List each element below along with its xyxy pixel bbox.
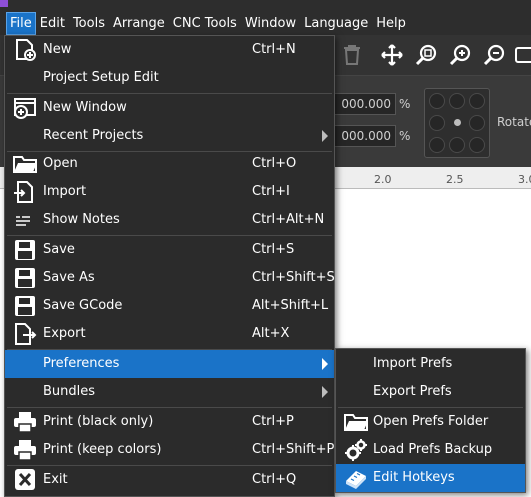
- frame-icon[interactable]: [514, 43, 531, 67]
- menu-item-shortcut: Ctrl+I: [252, 184, 290, 199]
- anchor-selector[interactable]: [424, 88, 490, 158]
- submenu-item-import-prefs[interactable]: Import Prefs: [336, 350, 525, 378]
- menu-item-label: Preferences: [43, 356, 120, 371]
- menu-item-label: Save As: [43, 270, 95, 285]
- menu-item-label: Import: [43, 184, 87, 199]
- menu-item-label: Bundles: [43, 384, 96, 399]
- menu-help[interactable]: Help: [372, 12, 410, 35]
- menu-item-label: Export Prefs: [373, 384, 452, 399]
- ruler-tick: 2.5: [446, 173, 464, 186]
- percent-label: %: [399, 129, 411, 143]
- new-file-icon: [16, 39, 36, 61]
- submenu-item-open-prefs-folder[interactable]: Open Prefs Folder: [336, 408, 525, 436]
- menu-item-label: Exit: [43, 472, 68, 487]
- menu-item-open[interactable]: Open Ctrl+O: [5, 150, 334, 178]
- menu-item-shortcut: Ctrl+P: [252, 414, 294, 429]
- menu-item-print-colors[interactable]: Print (keep colors) Ctrl+Shift+P: [5, 436, 334, 464]
- menu-tools[interactable]: Tools: [69, 12, 109, 35]
- submenu-item-load-prefs-backup[interactable]: Load Prefs Backup: [336, 436, 525, 464]
- menu-item-label: New Window: [43, 100, 127, 115]
- submenu-arrow-icon: [322, 130, 328, 142]
- menu-item-label: Print (keep colors): [43, 442, 162, 457]
- menu-item-label: Show Notes: [43, 212, 120, 227]
- menu-item-export[interactable]: Export Alt+X: [5, 320, 334, 348]
- menu-item-label: Project Setup Edit: [43, 70, 159, 85]
- menu-item-new-window[interactable]: New Window: [5, 94, 334, 122]
- notes-icon: [16, 216, 30, 226]
- menu-item-label: Save GCode: [43, 298, 123, 313]
- menu-item-new[interactable]: New Ctrl+N: [5, 36, 334, 64]
- menu-item-shortcut: Ctrl+S: [252, 242, 295, 257]
- import-icon: [14, 181, 33, 203]
- printer-icon: [14, 440, 36, 461]
- menu-item-save-as[interactable]: Save As Ctrl+Shift+S: [5, 264, 335, 292]
- menu-file[interactable]: File: [6, 12, 36, 35]
- menu-item-shortcut: Ctrl+Shift+P: [252, 442, 335, 457]
- menu-item-label: Load Prefs Backup: [373, 442, 493, 457]
- menu-item-label: Recent Projects: [43, 128, 144, 143]
- menu-item-project-setup-edit[interactable]: Project Setup Edit: [5, 64, 334, 92]
- menu-item-shortcut: Ctrl+Alt+N: [252, 212, 325, 227]
- trash-icon[interactable]: [340, 43, 364, 67]
- menu-item-save-gcode[interactable]: Save GCode Alt+Shift+L: [5, 292, 334, 320]
- menu-item-label: New: [43, 42, 72, 57]
- scale-y-field[interactable]: 000.000: [330, 125, 396, 147]
- menu-item-shortcut: Ctrl+O: [252, 156, 297, 171]
- submenu-arrow-icon: [322, 386, 328, 398]
- floppy-icon: [15, 240, 35, 260]
- export-icon: [15, 323, 37, 345]
- menu-edit[interactable]: Edit: [36, 12, 69, 35]
- menu-cnc-tools[interactable]: CNC Tools: [169, 12, 241, 35]
- menu-item-label: Open Prefs Folder: [373, 414, 489, 429]
- menu-language[interactable]: Language: [300, 12, 372, 35]
- menu-item-label: Save: [43, 242, 75, 257]
- scale-x-field[interactable]: 000.000: [330, 93, 396, 115]
- folder-icon: [344, 414, 368, 431]
- menu-item-label: Import Prefs: [373, 356, 453, 371]
- menu-item-preferences[interactable]: Preferences: [5, 350, 334, 378]
- menu-item-label: Edit Hotkeys: [373, 470, 455, 485]
- submenu-item-edit-hotkeys[interactable]: Edit Hotkeys: [336, 464, 525, 492]
- ruler-tick: 2.0: [374, 173, 392, 186]
- menu-item-bundles[interactable]: Bundles: [5, 378, 334, 406]
- menu-item-label: Print (black only): [43, 414, 154, 429]
- submenu-item-export-prefs[interactable]: Export Prefs: [336, 378, 525, 406]
- submenu-arrow-icon: [322, 358, 328, 370]
- percent-label: %: [399, 97, 411, 111]
- exit-icon: [15, 469, 35, 490]
- zoom-in-icon[interactable]: [448, 43, 472, 67]
- app-icon: [0, 0, 8, 7]
- menu-item-save[interactable]: Save Ctrl+S: [5, 236, 334, 264]
- floppy-icon: [15, 268, 35, 288]
- file-menu: New Ctrl+N Project Setup Edit New Window…: [4, 35, 335, 497]
- ruler-tick: 3.0: [518, 173, 531, 186]
- menu-item-recent-projects[interactable]: Recent Projects: [5, 122, 334, 150]
- zoom-out-icon[interactable]: [482, 43, 506, 67]
- keyboard-icon: [346, 471, 366, 489]
- menu-item-shortcut: Ctrl+Q: [252, 472, 297, 487]
- zoom-fit-icon[interactable]: [414, 43, 438, 67]
- gears-icon: [345, 439, 367, 461]
- menu-item-shortcut: Alt+Shift+L: [252, 298, 329, 313]
- menu-item-label: Export: [43, 326, 86, 341]
- menu-window[interactable]: Window: [241, 12, 300, 35]
- move-icon[interactable]: [380, 43, 404, 67]
- new-window-icon: [14, 98, 36, 119]
- menubar: File Edit Tools Arrange CNC Tools Window…: [0, 12, 531, 35]
- menu-item-label: Open: [43, 156, 78, 171]
- folder-icon: [13, 156, 37, 173]
- menu-item-shortcut: Ctrl+N: [252, 42, 296, 57]
- menu-item-show-notes[interactable]: Show Notes Ctrl+Alt+N: [5, 206, 334, 234]
- menu-item-shortcut: Alt+X: [252, 326, 290, 341]
- title-strip: [0, 0, 531, 12]
- rotate-label: Rotate: [497, 115, 531, 129]
- menu-item-import[interactable]: Import Ctrl+I: [5, 178, 334, 206]
- menu-item-shortcut: Ctrl+Shift+S: [252, 270, 335, 285]
- menu-item-print-black[interactable]: Print (black only) Ctrl+P: [5, 408, 334, 436]
- floppy-icon: [15, 296, 35, 316]
- menu-item-exit[interactable]: Exit Ctrl+Q: [5, 466, 334, 494]
- preferences-submenu: Import Prefs Export Prefs Open Prefs Fol…: [335, 348, 526, 493]
- printer-icon: [14, 412, 36, 433]
- menu-arrange[interactable]: Arrange: [109, 12, 169, 35]
